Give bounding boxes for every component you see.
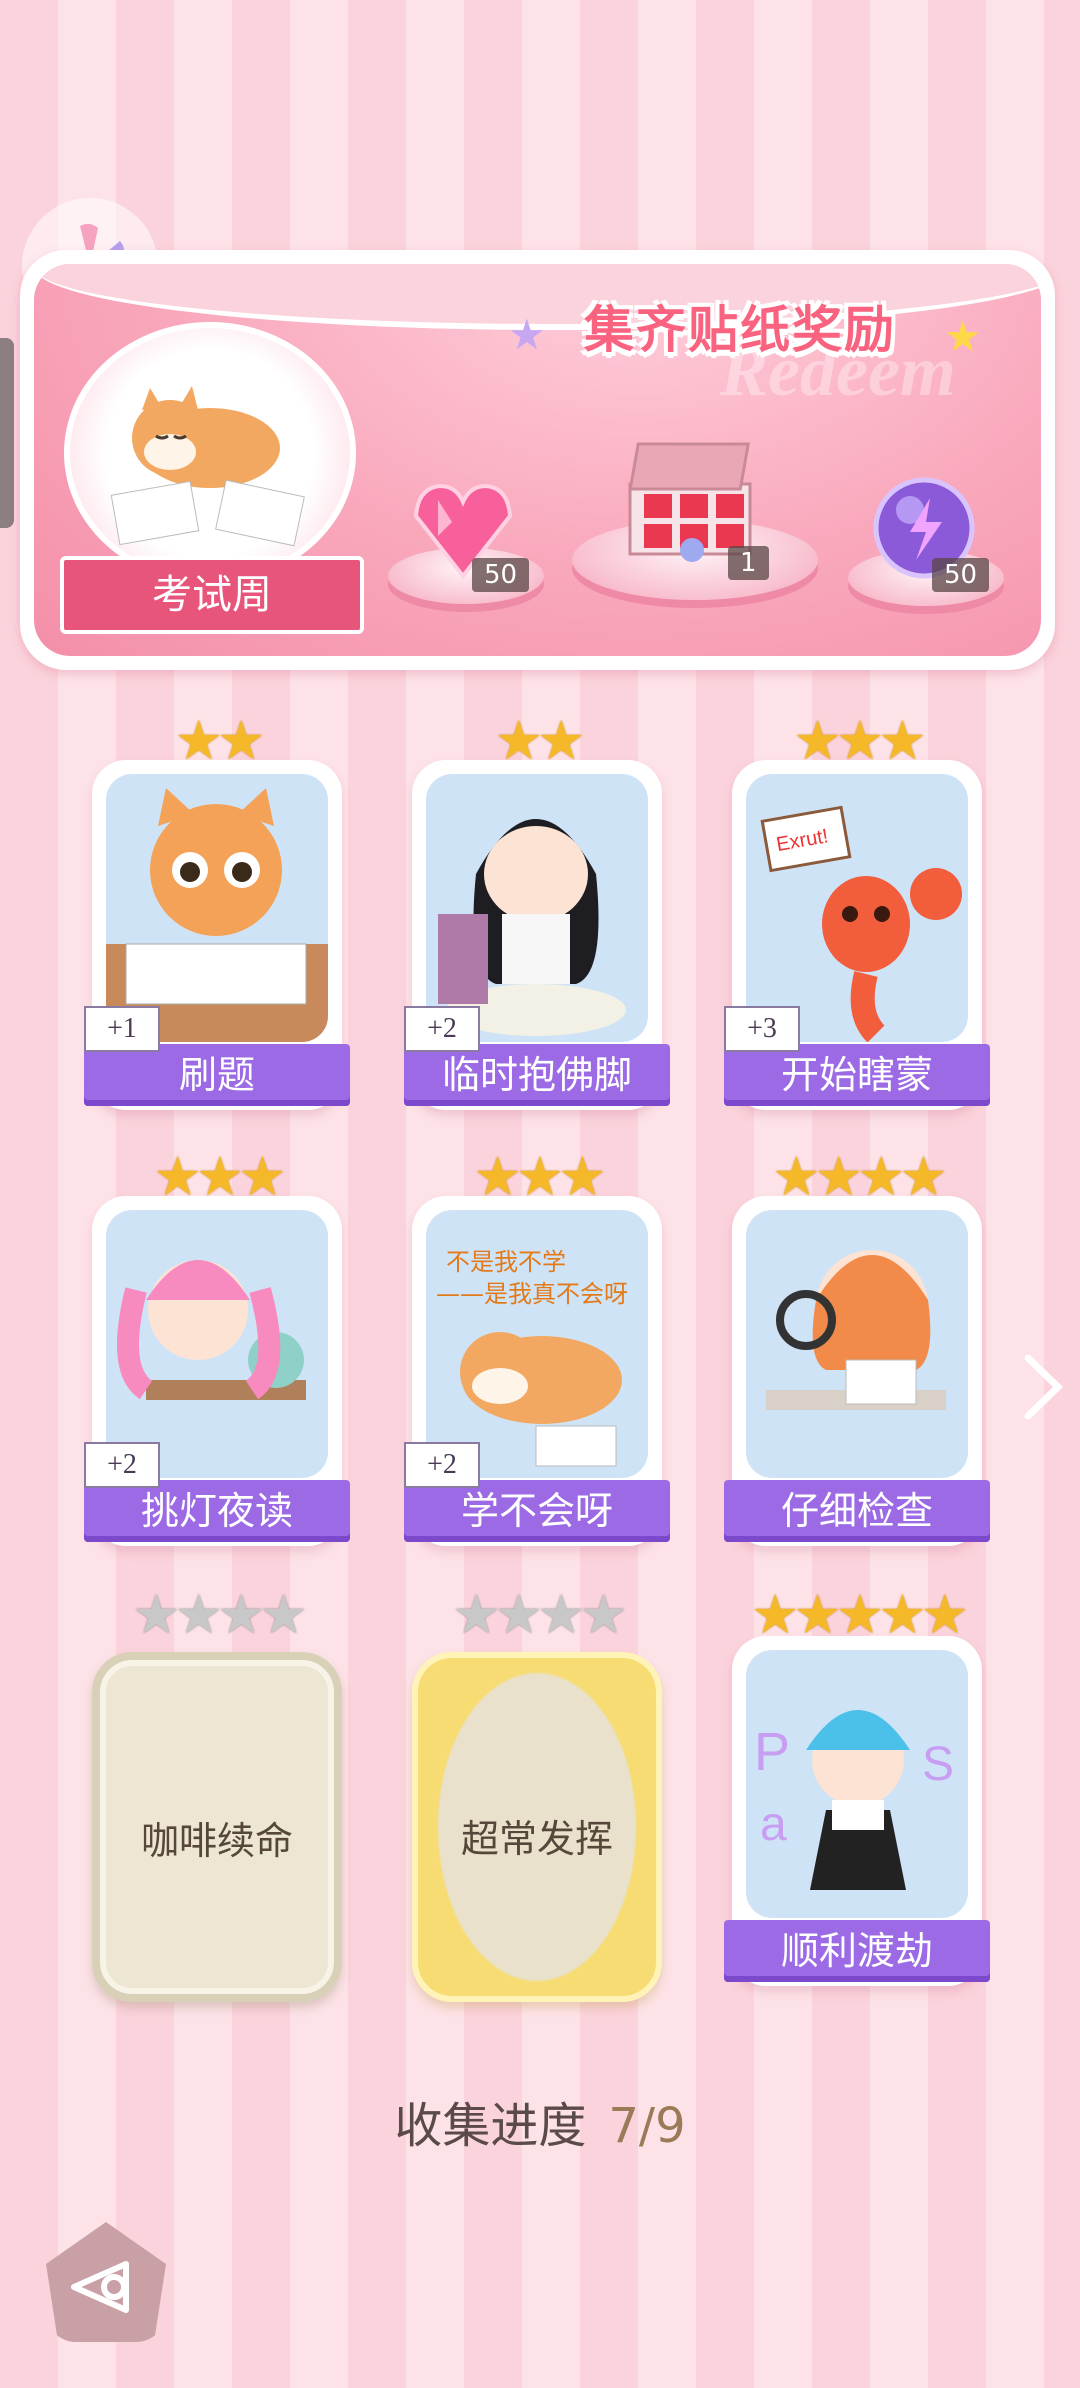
reward-count: 50 [472, 558, 530, 592]
progress-value: 7/9 [608, 2098, 686, 2154]
sticker-card[interactable]: Pa S 顺利渡劫 [724, 1636, 990, 1986]
locked-sticker-label: 咖啡续命 [140, 1819, 293, 1863]
sticker-illustration [106, 1210, 328, 1478]
star-filled-icon: ★ [835, 709, 884, 772]
svg-text:不是我不学: 不是我不学 [446, 1248, 566, 1276]
locked-sticker-slot[interactable]: 超常发挥 [412, 1652, 662, 2002]
sticker-bonus-badge: +3 [724, 1006, 800, 1052]
star-filled-icon: ★ [217, 709, 265, 772]
star-empty-icon: ★ [494, 1583, 543, 1646]
sleeping-shiba-icon [110, 386, 305, 547]
sticker-illustration: Pa S [746, 1650, 968, 1918]
sticker-bonus-badge: +1 [84, 1006, 160, 1052]
star-filled-icon: ★ [238, 1145, 286, 1208]
sticker-illustration: 不是我不学 ——是我真不会呀 [426, 1210, 648, 1478]
star-filled-icon: ★ [793, 709, 841, 772]
star-filled-icon: ★ [772, 1145, 820, 1208]
chevron-right-icon [1024, 1354, 1064, 1420]
reward-count: 1 [728, 546, 769, 580]
collection-progress: 收集进度 7/9 [0, 2086, 1080, 2156]
star-filled-icon: ★ [793, 1583, 841, 1646]
back-arrow-icon [71, 2261, 129, 2313]
side-drawer-handle[interactable] [0, 338, 14, 528]
sticker-label: 学不会呀 [404, 1480, 670, 1542]
sticker-illustration: Exrut! [746, 774, 968, 1042]
svg-text:a: a [760, 1798, 787, 1851]
star-filled-icon: ★ [174, 709, 223, 772]
sticker-card[interactable]: 挑灯夜读 +2 [84, 1196, 350, 1546]
star-filled-icon: ★ [494, 709, 543, 772]
card-star-rating: ★★★ [712, 714, 1002, 768]
sticker-bonus-badge: +2 [84, 1442, 160, 1488]
card-star-rating: ★★★ [72, 1150, 362, 1204]
svg-text:S: S [922, 1738, 954, 1791]
sticker-label: 刷题 [84, 1044, 350, 1106]
sticker-label: 挑灯夜读 [84, 1480, 350, 1542]
card-star-rating: ★★★★★ [712, 1588, 1002, 1642]
card-star-rating: ★★ [392, 714, 682, 768]
sticker-illustration [106, 774, 328, 1042]
star-filled-icon: ★ [899, 1145, 947, 1208]
sticker-illustration [426, 774, 648, 1042]
sticker-label: 开始瞎蒙 [724, 1044, 990, 1106]
star-filled-icon: ★ [920, 1583, 969, 1646]
sticker-card[interactable]: 临时抱佛脚 +2 [404, 760, 670, 1110]
back-button[interactable] [46, 2222, 166, 2342]
gift-box-icon[interactable] [620, 434, 770, 564]
star-filled-icon: ★ [558, 1145, 606, 1208]
theme-badge [64, 322, 356, 584]
star-filled-icon: ★ [750, 1583, 799, 1646]
star-empty-icon: ★ [537, 1583, 585, 1646]
locked-sticker-slot[interactable]: 咖啡续命 [92, 1652, 342, 2002]
sticker-label: 临时抱佛脚 [404, 1044, 670, 1106]
star-empty-icon: ★ [217, 1583, 265, 1646]
sticker-card[interactable]: Exrut! 开始瞎蒙 +3 [724, 760, 990, 1110]
card-star-rating: ★★★★ [392, 1588, 682, 1642]
star-filled-icon: ★ [857, 1145, 905, 1208]
svg-text:P: P [754, 1722, 790, 1782]
star-filled-icon: ★ [814, 1145, 863, 1208]
star-decoration-icon: ★ [944, 312, 982, 361]
star-filled-icon: ★ [878, 709, 926, 772]
card-star-rating: ★★★★ [72, 1588, 362, 1642]
card-star-rating: ★★★ [392, 1150, 682, 1204]
star-filled-icon: ★ [153, 1145, 201, 1208]
star-filled-icon: ★ [537, 709, 585, 772]
svg-text:——是我真不会呀: ——是我真不会呀 [436, 1280, 628, 1308]
sticker-card[interactable]: 不是我不学 ——是我真不会呀学不会呀 +2 [404, 1196, 670, 1546]
theme-ribbon: 考试周 [60, 556, 364, 634]
star-empty-icon: ★ [452, 1583, 500, 1646]
card-star-rating: ★★ [72, 714, 362, 768]
star-empty-icon: ★ [579, 1583, 627, 1646]
progress-label: 收集进度 [394, 2098, 587, 2154]
card-star-rating: ★★★★ [712, 1150, 1002, 1204]
sticker-label: 仔细检查 [724, 1480, 990, 1542]
locked-sticker-label: 超常发挥 [460, 1817, 613, 1861]
star-filled-icon: ★ [195, 1145, 244, 1208]
banner-title: 集齐贴纸奖励 [584, 301, 896, 359]
star-filled-icon: ★ [835, 1583, 884, 1646]
sticker-bonus-badge: +2 [404, 1442, 480, 1488]
sticker-label: 顺利渡劫 [724, 1920, 990, 1982]
star-empty-icon: ★ [174, 1583, 223, 1646]
sticker-card[interactable]: 仔细检查 [724, 1196, 990, 1546]
sticker-illustration [746, 1210, 968, 1478]
reward-count: 50 [932, 558, 990, 592]
sticker-bonus-badge: +2 [404, 1006, 480, 1052]
star-filled-icon: ★ [878, 1583, 926, 1646]
sticker-card[interactable]: 刷题 +1 [84, 760, 350, 1110]
star-filled-icon: ★ [515, 1145, 564, 1208]
theme-label: 考试周 [152, 572, 272, 618]
star-filled-icon: ★ [473, 1145, 521, 1208]
next-page-arrow[interactable] [1018, 1352, 1068, 1426]
star-empty-icon: ★ [132, 1583, 180, 1646]
star-empty-icon: ★ [259, 1583, 307, 1646]
